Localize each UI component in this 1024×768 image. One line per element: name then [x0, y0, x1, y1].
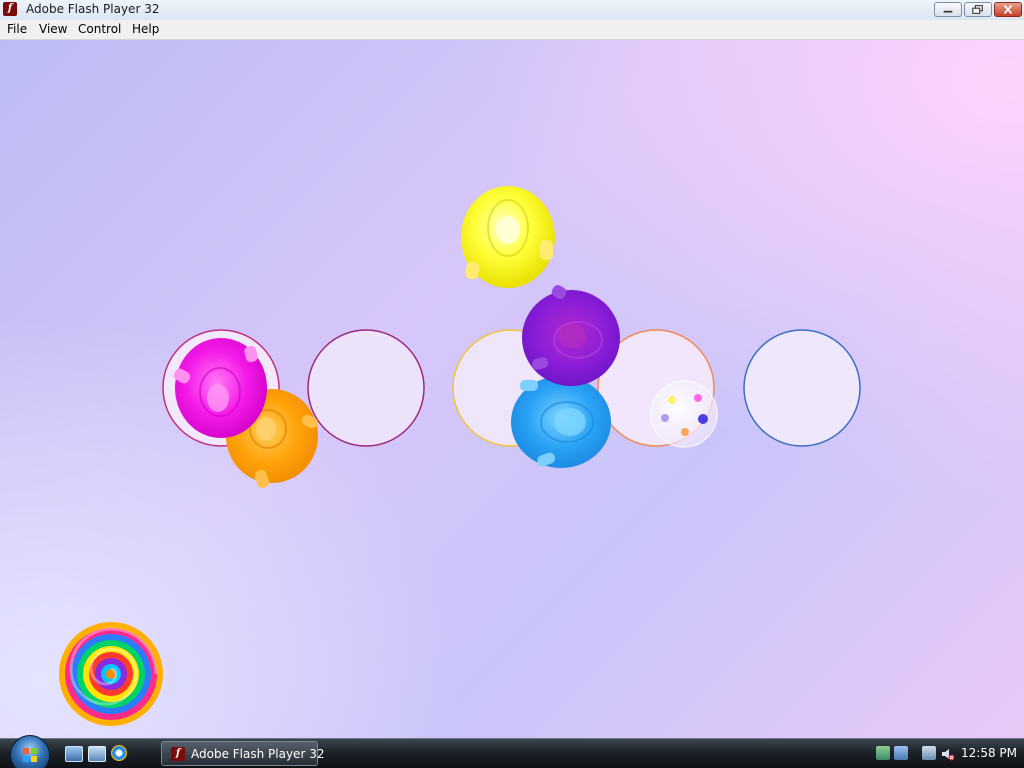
- taskbar: f Adobe Flash Player 32 12:58 PM: [0, 735, 1024, 768]
- minimize-button[interactable]: [934, 2, 962, 17]
- maximize-button[interactable]: [964, 2, 992, 17]
- taskbar-button-label: Adobe Flash Player 32: [191, 747, 325, 761]
- minimize-icon: [943, 10, 953, 13]
- slot-purple[interactable]: [307, 329, 425, 447]
- flash-stage[interactable]: [0, 40, 1024, 738]
- volume-muted-icon[interactable]: [941, 746, 955, 761]
- menu-file[interactable]: File: [7, 22, 27, 36]
- balloon-purple[interactable]: [522, 283, 620, 386]
- network-icon[interactable]: [876, 746, 890, 760]
- restore-icon: [972, 5, 983, 14]
- display-icon[interactable]: [922, 746, 936, 760]
- title-bar: f Adobe Flash Player 32: [0, 0, 1024, 21]
- windows-orb-icon: [23, 748, 37, 762]
- start-button[interactable]: [10, 735, 50, 768]
- flash-player-icon: f: [3, 2, 17, 16]
- game-canvas[interactable]: [0, 40, 1024, 738]
- balloon-blue[interactable]: [511, 376, 611, 468]
- color-dots-bubble[interactable]: [650, 380, 718, 448]
- rainbow-spiral[interactable]: [59, 622, 163, 726]
- show-desktop-icon[interactable]: [65, 746, 83, 762]
- system-clock[interactable]: 12:58 PM: [961, 746, 1017, 760]
- balloon-yellow[interactable]: [461, 186, 555, 288]
- menu-view[interactable]: View: [39, 22, 67, 36]
- close-button[interactable]: [994, 2, 1022, 17]
- close-icon: [1003, 5, 1013, 14]
- internet-explorer-icon[interactable]: [111, 745, 127, 761]
- menu-control[interactable]: Control: [78, 22, 121, 36]
- slot-blue[interactable]: [743, 329, 861, 447]
- switch-windows-icon[interactable]: [88, 746, 106, 762]
- flash-player-icon: f: [171, 747, 185, 761]
- window-title: Adobe Flash Player 32: [26, 2, 160, 16]
- taskbar-flash-player-button[interactable]: f Adobe Flash Player 32: [161, 741, 324, 766]
- menu-bar: File View Control Help: [0, 20, 1024, 40]
- network-icon-2[interactable]: [894, 746, 908, 760]
- menu-help[interactable]: Help: [132, 22, 159, 36]
